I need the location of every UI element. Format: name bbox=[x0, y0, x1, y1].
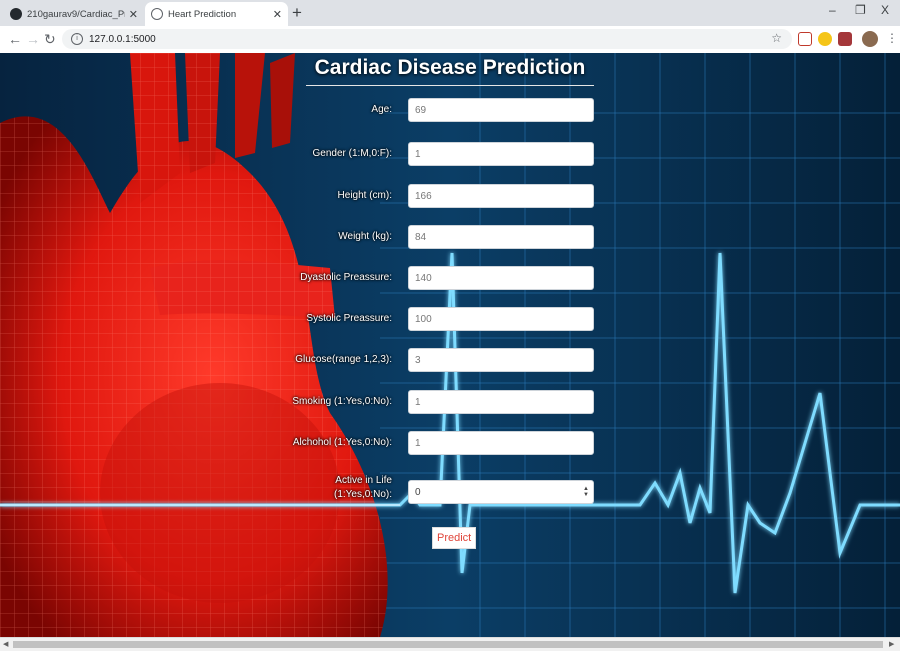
scroll-right-icon[interactable]: ▶ bbox=[889, 640, 894, 648]
browser-toolbar: ← → ↻ i 127.0.0.1:5000 ☆ ⋮ bbox=[0, 26, 900, 54]
alcohol-input[interactable]: 1 bbox=[408, 431, 594, 455]
restore-button[interactable]: ❐ bbox=[855, 3, 866, 17]
form-row-active: Active in Life (1:Yes,0:No): 0 ▲ ▼ bbox=[0, 475, 900, 504]
form-row-glucose: Glucose(range 1,2,3): 3 bbox=[0, 348, 900, 372]
form-row-weight: Weight (kg): 84 bbox=[0, 225, 900, 249]
gender-label: Gender (1:M,0:F): bbox=[312, 148, 392, 159]
diastolic-label: Dyastolic Preassure: bbox=[300, 272, 392, 283]
horizontal-scrollbar[interactable]: ◀ ▶ bbox=[0, 637, 900, 651]
tab-title: Heart Prediction bbox=[168, 8, 237, 20]
web-page: Cardiac Disease Prediction Age: 69 Gende… bbox=[0, 53, 900, 637]
scroll-left-icon[interactable]: ◀ bbox=[3, 640, 8, 648]
active-input-value: 0 bbox=[415, 486, 421, 498]
form-row-age: Age: 69 bbox=[0, 98, 900, 122]
tab-title: 210gaurav9/Cardiac_Problem_De bbox=[27, 8, 125, 20]
site-info-icon[interactable]: i bbox=[71, 33, 83, 45]
browser-menu-icon[interactable]: ⋮ bbox=[886, 31, 898, 45]
address-bar[interactable]: i 127.0.0.1:5000 ☆ bbox=[62, 29, 792, 49]
extension-icon-pocket[interactable] bbox=[798, 32, 812, 46]
close-tab-icon[interactable]: ✕ bbox=[129, 8, 138, 21]
weight-input[interactable]: 84 bbox=[408, 225, 594, 249]
url-text: 127.0.0.1:5000 bbox=[89, 33, 156, 45]
systolic-label: Systolic Preassure: bbox=[306, 313, 392, 324]
smoking-input[interactable]: 1 bbox=[408, 390, 594, 414]
active-label-line2: (1:Yes,0:No): bbox=[334, 489, 392, 500]
form-row-alcohol: Alchohol (1:Yes,0:No): 1 bbox=[0, 431, 900, 455]
page-title: Cardiac Disease Prediction bbox=[314, 56, 586, 79]
glucose-input[interactable]: 3 bbox=[408, 348, 594, 372]
background-heart-ecg-image bbox=[0, 53, 900, 637]
back-icon[interactable]: ← bbox=[8, 31, 22, 47]
height-input[interactable]: 166 bbox=[408, 184, 594, 208]
height-label: Height (cm): bbox=[337, 190, 392, 201]
smoking-label: Smoking (1:Yes,0:No): bbox=[292, 396, 392, 407]
forward-icon[interactable]: → bbox=[26, 31, 40, 47]
tab-github[interactable]: 210gaurav9/Cardiac_Problem_De ✕ bbox=[4, 2, 144, 26]
github-icon bbox=[10, 8, 22, 20]
bookmark-star-icon[interactable]: ☆ bbox=[771, 31, 782, 45]
minimize-button[interactable]: – bbox=[829, 3, 836, 17]
gender-input[interactable]: 1 bbox=[408, 142, 594, 166]
extension-icon-pdf[interactable] bbox=[838, 32, 852, 46]
age-input[interactable]: 69 bbox=[408, 98, 594, 122]
form-row-smoking: Smoking (1:Yes,0:No): 1 bbox=[0, 390, 900, 414]
predict-button[interactable]: Predict bbox=[432, 527, 477, 549]
alcohol-label: Alchohol (1:Yes,0:No): bbox=[292, 437, 392, 448]
systolic-input[interactable]: 100 bbox=[408, 307, 594, 331]
title-divider bbox=[306, 85, 594, 86]
profile-avatar[interactable] bbox=[862, 31, 878, 47]
scrollbar-thumb[interactable] bbox=[13, 641, 883, 648]
form-row-systolic: Systolic Preassure: 100 bbox=[0, 307, 900, 331]
active-label-line1: Active in Life bbox=[335, 475, 392, 486]
close-window-button[interactable]: X bbox=[881, 3, 889, 17]
reload-icon[interactable]: ↻ bbox=[44, 31, 56, 48]
tab-strip: 210gaurav9/Cardiac_Problem_De ✕ Heart Pr… bbox=[0, 0, 900, 26]
glucose-label: Glucose(range 1,2,3): bbox=[295, 354, 392, 365]
spinner-arrows-icon[interactable]: ▲ ▼ bbox=[583, 486, 589, 498]
form-row-height: Height (cm): 166 bbox=[0, 184, 900, 208]
globe-icon bbox=[151, 8, 163, 20]
form-row-gender: Gender (1:M,0:F): 1 bbox=[0, 142, 900, 166]
age-label: Age: bbox=[371, 104, 392, 115]
new-tab-button[interactable]: + bbox=[292, 3, 302, 23]
form-row-diastolic: Dyastolic Preassure: 140 bbox=[0, 266, 900, 290]
extension-icon-honey[interactable] bbox=[818, 32, 832, 46]
close-tab-icon[interactable]: ✕ bbox=[273, 8, 282, 21]
weight-label: Weight (kg): bbox=[338, 231, 392, 242]
diastolic-input[interactable]: 140 bbox=[408, 266, 594, 290]
tab-heart-prediction[interactable]: Heart Prediction ✕ bbox=[145, 2, 288, 26]
active-number-input[interactable]: 0 ▲ ▼ bbox=[408, 480, 594, 504]
